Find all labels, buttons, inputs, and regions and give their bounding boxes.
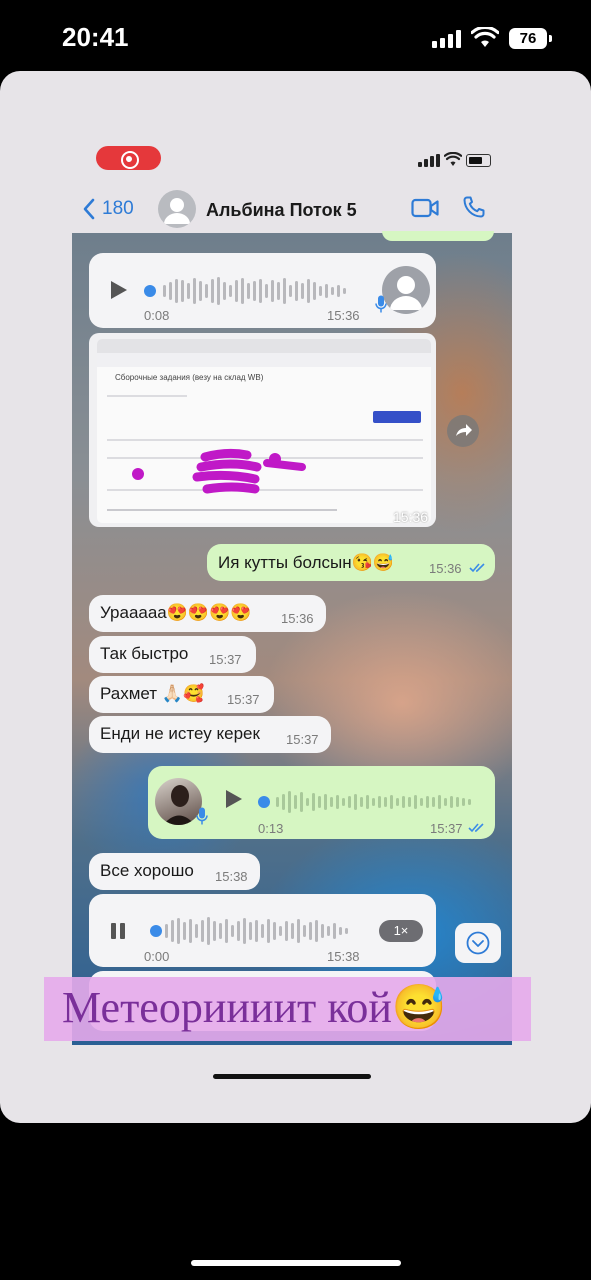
message-time: 15:37 (286, 732, 319, 747)
contact-name[interactable]: Альбина Поток 5 (206, 200, 357, 221)
mic-icon (375, 295, 387, 313)
back-count: 180 (102, 198, 134, 219)
voice-message-outgoing[interactable]: 0:13 15:37 (148, 766, 495, 839)
inner-wifi-icon (444, 152, 462, 166)
attached-screenshot[interactable]: Сборочные задания (везу на склад WB) 15:… (94, 336, 434, 526)
scroll-to-bottom-button[interactable] (455, 923, 501, 963)
message-time: 15:36 (393, 509, 429, 525)
message-text: Так быстро (100, 644, 189, 663)
phone-icon[interactable] (462, 195, 486, 219)
message-time: 15:36 (281, 611, 314, 626)
battery-icon: 76 (509, 28, 552, 49)
message-text: Ия кутты болсын😘😅 (218, 553, 394, 572)
message-text: Енди не истеу керек (100, 724, 260, 743)
voice-duration: 0:00 (144, 949, 170, 964)
voice-waveform[interactable] (165, 915, 348, 947)
pause-icon[interactable] (109, 922, 127, 940)
inner-battery-icon (466, 154, 491, 167)
play-icon[interactable] (224, 788, 244, 810)
message-time: 15:36 (429, 561, 462, 576)
message-time: 15:37 (227, 692, 260, 707)
redaction-scribble (132, 448, 306, 494)
inner-home-indicator (213, 1074, 371, 1079)
playback-position-dot[interactable] (144, 285, 156, 297)
contact-avatar[interactable] (158, 190, 196, 228)
message-incoming[interactable]: Рахмет 🙏🏻🥰 15:37 (89, 676, 274, 713)
read-ticks-icon (468, 823, 484, 833)
message-time: 15:37 (209, 652, 242, 667)
outer-status-bar: 20:41 76 (0, 0, 591, 72)
message-text: Урааааа😍😍😍😍 (100, 603, 252, 622)
avatar-placeholder-icon (164, 198, 190, 224)
message-time: 15:38 (327, 949, 360, 964)
avatar-photo-icon (163, 785, 195, 825)
mic-icon (196, 807, 208, 825)
story-caption: Метеориииит кой😅 (62, 983, 447, 1032)
message-time: 15:37 (430, 821, 463, 836)
playback-position-dot[interactable] (150, 925, 162, 937)
back-button[interactable]: 180 (82, 197, 134, 221)
home-indicator[interactable] (191, 1260, 401, 1266)
share-icon[interactable] (447, 415, 479, 447)
cellular-signal-icon (432, 30, 464, 48)
message-incoming[interactable]: Так быстро 15:37 (89, 636, 256, 673)
playback-position-dot[interactable] (258, 796, 270, 808)
sender-avatar (155, 778, 202, 825)
voice-duration: 0:08 (144, 308, 170, 323)
voice-waveform[interactable] (276, 786, 471, 818)
message-text: Все хорошо (100, 861, 194, 880)
voice-waveform[interactable] (163, 275, 346, 307)
back-chevron-icon (83, 198, 95, 220)
voice-duration: 0:13 (258, 821, 284, 836)
screen-record-indicator (96, 146, 161, 170)
chat-header: 180 Альбина Поток 5 (72, 183, 512, 233)
read-ticks-icon (469, 563, 485, 573)
play-icon[interactable] (109, 279, 129, 301)
clipped-message (382, 231, 494, 241)
playback-speed-button[interactable]: 1× (379, 920, 423, 942)
inner-signal-icon (418, 154, 440, 167)
avatar-placeholder-icon (390, 276, 422, 310)
video-call-icon[interactable] (411, 198, 439, 218)
message-time: 15:38 (215, 869, 248, 884)
message-incoming[interactable]: Урааааа😍😍😍😍 15:36 (89, 595, 326, 632)
voice-message-incoming[interactable]: 0:08 15:36 (89, 253, 436, 328)
story-card: 180 Альбина Поток 5 0:08 15:36 Сборочные… (0, 71, 591, 1123)
wifi-icon (471, 27, 499, 47)
message-outgoing[interactable]: Ия кутты болсын😘😅 15:36 (207, 544, 495, 581)
scroll-down-icon (466, 931, 490, 955)
message-text: Рахмет 🙏🏻🥰 (100, 684, 205, 703)
message-time: 15:36 (327, 308, 360, 323)
outer-clock: 20:41 (62, 22, 129, 52)
message-incoming[interactable]: Все хорошо 15:38 (89, 853, 260, 890)
sender-avatar (382, 266, 430, 314)
message-incoming[interactable]: Енди не истеу керек 15:37 (89, 716, 331, 753)
